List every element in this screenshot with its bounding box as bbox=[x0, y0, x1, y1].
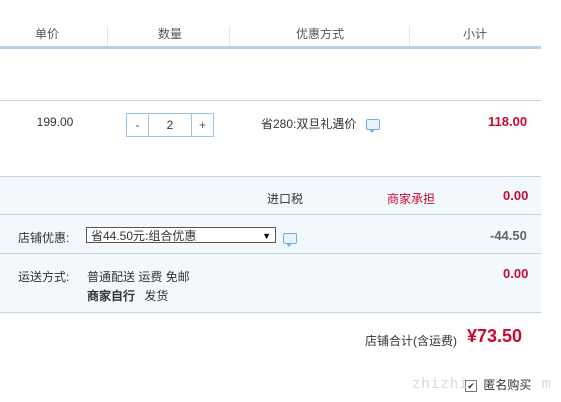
row-divider bbox=[0, 176, 541, 177]
import-tax-amount: 0.00 bbox=[503, 188, 529, 203]
header-separator bbox=[409, 26, 410, 46]
item-promotion: 省280:双旦礼遇价 bbox=[261, 115, 380, 134]
import-tax-label: 进口税 bbox=[267, 192, 304, 206]
quantity-decrease-button[interactable]: - bbox=[127, 114, 148, 136]
quantity-input[interactable]: 2 bbox=[148, 114, 192, 136]
quantity-stepper[interactable]: - 2 + bbox=[126, 113, 214, 137]
shipping-label: 运送方式: bbox=[18, 270, 70, 284]
anonymous-label: 匿名购买 bbox=[483, 378, 532, 392]
row-divider bbox=[0, 253, 541, 254]
import-tax-bearer: 商家承担 bbox=[387, 192, 436, 206]
dropdown-arrow-icon: ▼ bbox=[262, 231, 271, 241]
item-subtotal: 118.00 bbox=[488, 114, 528, 129]
shipping-method: 普通配送 运费 免邮 bbox=[87, 270, 190, 284]
shipping-dispatch-text: 发货 bbox=[144, 289, 169, 303]
header-separator bbox=[107, 26, 108, 46]
item-promotion-text: 省280:双旦礼遇价 bbox=[261, 117, 357, 131]
row-divider bbox=[0, 214, 541, 215]
header-promotion: 优惠方式 bbox=[295, 27, 344, 41]
shipping-dispatch: 商家自行 发货 bbox=[87, 287, 168, 304]
shipping-amount: 0.00 bbox=[503, 266, 529, 281]
chat-bubble-icon[interactable] bbox=[283, 233, 297, 248]
shipping-seller: 商家自行 bbox=[87, 289, 136, 303]
header-quantity: 数量 bbox=[157, 27, 182, 41]
shop-discount-label: 店铺优惠: bbox=[18, 231, 70, 245]
shop-total-amount: ¥73.50 bbox=[467, 326, 523, 346]
quantity-increase-button[interactable]: + bbox=[192, 114, 213, 136]
chat-bubble-icon[interactable] bbox=[365, 119, 380, 134]
shop-total-label: 店铺合计(含运费) bbox=[365, 334, 457, 348]
header-subtotal: 小计 bbox=[462, 27, 487, 41]
shipping-row bbox=[0, 254, 541, 312]
shop-discount-select[interactable]: 省44.50元:组合优惠 ▼ bbox=[86, 227, 276, 243]
item-unit-price: 199.00 bbox=[36, 115, 74, 129]
header-separator bbox=[229, 26, 230, 46]
row-divider bbox=[0, 312, 541, 313]
cart-header: 单价 数量 优惠方式 小计 bbox=[0, 22, 541, 49]
anonymous-purchase[interactable]: ✔ 匿名购买 bbox=[465, 376, 531, 393]
header-unit-price: 单价 bbox=[34, 27, 59, 41]
watermark-suffix: m bbox=[542, 376, 551, 392]
watermark-text: zhizhi bbox=[412, 376, 469, 392]
shop-discount-amount: -44.50 bbox=[490, 228, 527, 243]
shop-discount-selected: 省44.50元:组合优惠 bbox=[91, 229, 197, 243]
row-divider bbox=[0, 100, 541, 101]
